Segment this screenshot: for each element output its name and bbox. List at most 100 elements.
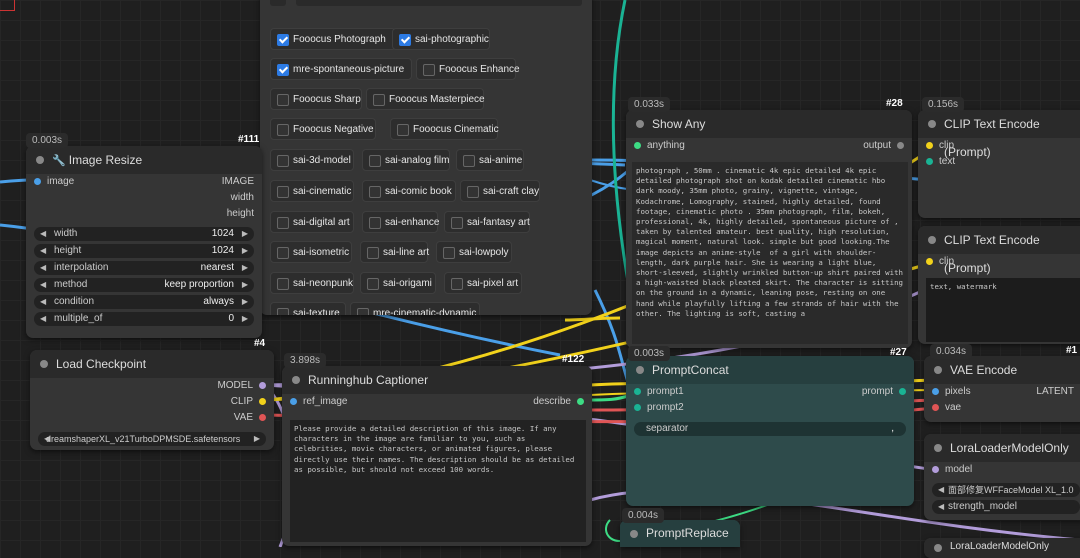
resize-widget-1[interactable]: ◀ height 1024 ▶ [34, 244, 254, 258]
checkbox-icon[interactable] [423, 64, 435, 76]
style-checkbox[interactable]: mre-spontaneous-picture [270, 58, 412, 80]
checkbox-icon[interactable] [369, 186, 381, 198]
lora-loader-title[interactable]: LoraLoaderModelOnly [924, 434, 1080, 462]
checkbox-icon[interactable] [277, 186, 289, 198]
image-output[interactable]: IMAGE [222, 176, 254, 187]
image-input[interactable]: image [34, 176, 74, 187]
prompt-concat-title[interactable]: PromptConcat [626, 356, 914, 384]
describe-output[interactable]: describe [533, 396, 584, 407]
model-input[interactable]: model [932, 464, 972, 475]
style-checkbox[interactable]: Fooocus Photograph [270, 28, 396, 50]
style-checkbox[interactable]: sai-comic book [362, 180, 456, 202]
checkbox-icon[interactable] [451, 278, 463, 290]
checkbox-icon[interactable] [277, 308, 289, 315]
node-collapse-dot[interactable] [292, 376, 300, 384]
arrow-right-icon[interactable]: ▶ [242, 261, 248, 275]
image-resize-node[interactable]: 🔧 Image Resize image IMAGE width height … [26, 146, 262, 338]
checkbox-icon[interactable] [277, 124, 289, 136]
load-checkpoint-node[interactable]: Load Checkpoint MODEL CLIP VAE ◀ dreamsh… [30, 350, 274, 450]
checkbox-icon[interactable] [277, 94, 289, 106]
lora-loader-2-node[interactable]: LoraLoaderModelOnly [924, 538, 1080, 558]
style-checkbox[interactable]: sai-cinematic [270, 180, 354, 202]
checkbox-icon[interactable] [373, 94, 385, 106]
vae-input[interactable]: vae [932, 402, 961, 413]
arrow-left-icon[interactable]: ◀ [40, 227, 46, 241]
height-output[interactable]: height [227, 208, 254, 219]
checkbox-icon[interactable] [443, 247, 455, 259]
lora-loader-node[interactable]: LoraLoaderModelOnly model ◀ 面部修复WFFaceMo… [924, 434, 1080, 520]
checkbox-icon[interactable] [463, 155, 475, 167]
style-checkbox[interactable]: sai-fantasy art [444, 211, 530, 233]
prompt2-input[interactable]: prompt2 [634, 402, 684, 413]
styles-search-input[interactable] [296, 0, 582, 6]
resize-widget-3[interactable]: ◀ method keep proportion ▶ [34, 278, 254, 292]
checkbox-checked-icon[interactable] [399, 34, 411, 46]
node-collapse-dot[interactable] [630, 530, 638, 538]
clip-output[interactable]: CLIP [231, 396, 266, 407]
style-checkbox[interactable]: sai-pixel art [444, 272, 522, 294]
separator-field[interactable]: separator , [634, 422, 906, 436]
style-checkbox[interactable]: Fooocus Negative [270, 118, 376, 140]
style-checkbox[interactable]: sai-isometric [270, 241, 352, 263]
vae-encode-title[interactable]: VAE Encode [924, 356, 1080, 384]
clip-input[interactable]: clip [926, 256, 954, 267]
vae-output[interactable]: VAE [234, 412, 266, 423]
latent-output[interactable]: LATENT [1036, 386, 1074, 397]
checkbox-checked-icon[interactable] [277, 64, 289, 76]
arrow-left-icon[interactable]: ◀ [40, 295, 46, 309]
load-checkpoint-title[interactable]: Load Checkpoint [30, 350, 274, 378]
prompt-replace-title[interactable]: PromptReplace [620, 520, 740, 547]
show-any-output[interactable]: output [863, 140, 904, 151]
resize-widget-4[interactable]: ◀ condition always ▶ [34, 295, 254, 309]
model-output[interactable]: MODEL [217, 380, 266, 391]
pixels-input[interactable]: pixels [932, 386, 971, 397]
node-collapse-dot[interactable] [928, 120, 936, 128]
node-collapse-dot[interactable] [36, 156, 44, 164]
node-collapse-dot[interactable] [934, 366, 942, 374]
checkbox-icon[interactable] [277, 217, 289, 229]
style-checkbox[interactable]: sai-digital art [270, 211, 354, 233]
style-checkbox[interactable]: sai-line art [360, 241, 429, 263]
style-checkbox[interactable]: sai-anime [456, 149, 524, 171]
style-checkbox[interactable]: sai-origami [360, 272, 436, 294]
styles-selector-node[interactable]: Fooocus Photograph sai-photographic mre-sp… [260, 0, 592, 315]
resize-widget-5[interactable]: ◀ multiple_of 0 ▶ [34, 312, 254, 326]
style-checkbox[interactable]: sai-neonpunk [270, 272, 354, 294]
arrow-left-icon[interactable]: ◀ [40, 312, 46, 326]
clip-text-encode-2-node[interactable]: CLIP Text Encode (Prompt) clip text, wat… [918, 226, 1080, 344]
style-checkbox[interactable]: sai-photographic [392, 28, 490, 50]
arrow-left-icon[interactable]: ◀ [40, 244, 46, 258]
arrow-right-icon[interactable]: ▶ [242, 295, 248, 309]
prompt1-input[interactable]: prompt1 [634, 386, 684, 397]
vae-encode-node[interactable]: VAE Encode pixels LATENT vae [924, 356, 1080, 422]
image-resize-title[interactable]: 🔧 Image Resize [26, 146, 262, 174]
style-checkbox[interactable]: sai-craft clay [460, 180, 540, 202]
node-collapse-dot[interactable] [934, 444, 942, 452]
arrow-right-icon[interactable]: ▶ [254, 432, 260, 446]
width-output[interactable]: width [231, 192, 254, 203]
style-checkbox[interactable]: Fooocus Enhance [416, 58, 520, 80]
style-checkbox[interactable]: Fooocus Cinematic [390, 118, 499, 140]
lora-loader-2-title[interactable]: LoraLoaderModelOnly [924, 538, 1080, 558]
node-collapse-dot[interactable] [636, 120, 644, 128]
checkbox-icon[interactable] [277, 278, 289, 290]
node-collapse-dot[interactable] [40, 360, 48, 368]
show-any-node[interactable]: Show Any anything output photograph , 50… [626, 110, 912, 348]
prompt-replace-node[interactable]: PromptReplace [620, 520, 740, 547]
ckpt-name-select[interactable]: ◀ dreamshaperXL_v21TurboDPMSDE.safetenso… [38, 432, 266, 446]
clip-text-encode-1-node[interactable]: CLIP Text Encode (Prompt) clip text [918, 110, 1080, 218]
lora-name-select[interactable]: ◀ 面部修复WFFaceModel XL_1.0 [932, 483, 1080, 497]
checkbox-icon[interactable] [277, 247, 289, 259]
node-collapse-dot[interactable] [928, 236, 936, 244]
prompt-output[interactable]: prompt [862, 386, 906, 397]
checkbox-icon[interactable] [451, 217, 463, 229]
checkbox-icon[interactable] [277, 155, 289, 167]
show-any-title[interactable]: Show Any [626, 110, 912, 138]
runninghub-captioner-node[interactable]: Runninghub Captioner ref_image describe … [282, 366, 592, 546]
anything-input[interactable]: anything [634, 140, 685, 151]
resize-widget-2[interactable]: ◀ interpolation nearest ▶ [34, 261, 254, 275]
clip-encode-2-title[interactable]: CLIP Text Encode (Prompt) [918, 226, 1080, 275]
caption-prompt-textarea[interactable]: Please provide a detailed description of… [290, 420, 586, 542]
prompt-concat-node[interactable]: PromptConcat prompt1 prompt prompt2 sepa… [626, 356, 914, 506]
checkbox-icon[interactable] [357, 308, 369, 315]
